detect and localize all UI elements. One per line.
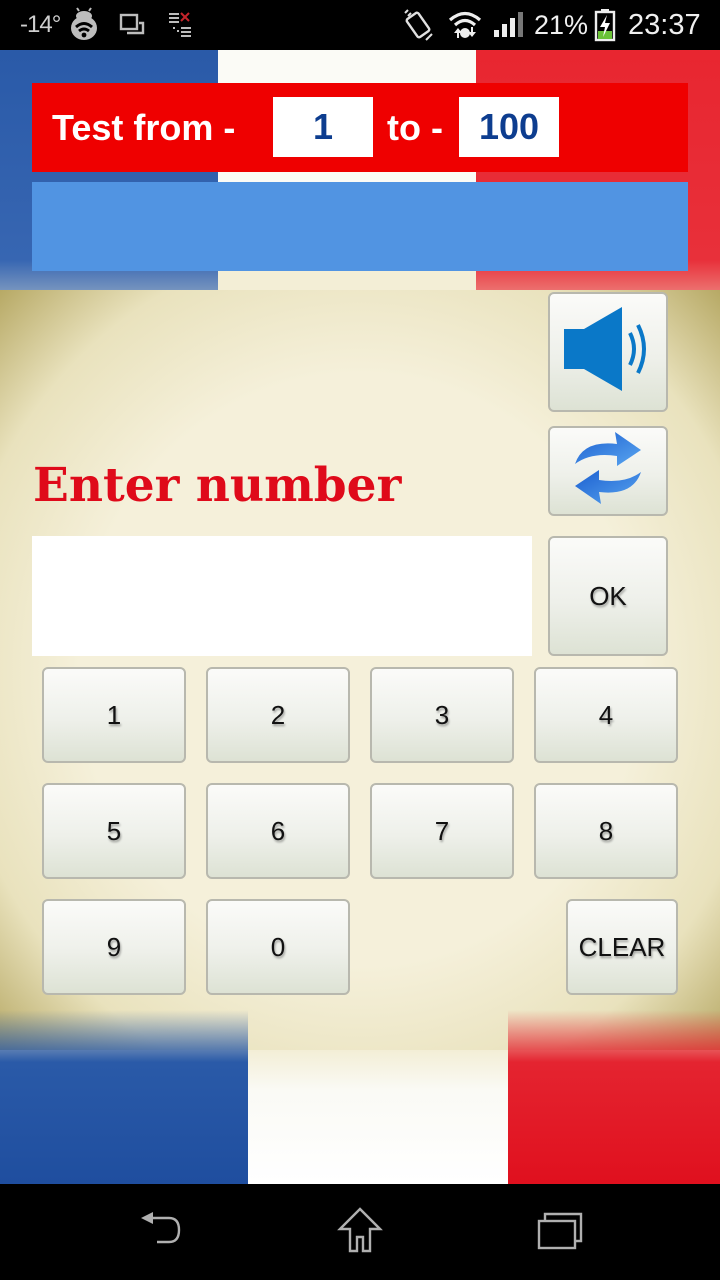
result-display <box>32 182 688 271</box>
signal-icon <box>492 0 526 50</box>
speaker-icon <box>560 303 656 402</box>
test-range-header: Test from - 1 to - 100 <box>32 83 688 172</box>
status-bar: -14° 21% 23:37 <box>0 0 720 50</box>
debug-bug-icon <box>66 0 102 50</box>
clock: 23:37 <box>628 8 701 41</box>
battery-percent: 21% <box>534 9 589 40</box>
vibrate-icon <box>402 0 436 50</box>
battery-charging-icon <box>594 0 616 50</box>
range-from-value[interactable]: 1 <box>273 97 373 157</box>
flag-red-stripe-bottom <box>508 1010 720 1184</box>
key-3[interactable]: 3 <box>370 667 514 763</box>
key-1[interactable]: 1 <box>42 667 186 763</box>
ok-button[interactable]: OK <box>548 536 668 656</box>
home-button[interactable] <box>330 1202 390 1262</box>
key-5[interactable]: 5 <box>42 783 186 879</box>
navigation-bar <box>0 1184 720 1280</box>
test-from-label: Test from - <box>52 106 236 148</box>
home-icon <box>336 1206 384 1258</box>
key-0[interactable]: 0 <box>206 899 350 995</box>
flag-blue-stripe-bottom <box>0 1010 248 1184</box>
key-7[interactable]: 7 <box>370 783 514 879</box>
temperature-readout: -14° <box>20 11 61 38</box>
range-to-value[interactable]: 100 <box>459 97 559 157</box>
back-button[interactable] <box>130 1202 190 1262</box>
key-6[interactable]: 6 <box>206 783 350 879</box>
screen-mirror-icon <box>119 0 147 50</box>
speak-button[interactable] <box>548 292 668 412</box>
number-input[interactable] <box>32 536 532 656</box>
enter-number-label: Enter number <box>33 457 402 513</box>
new-number-button[interactable] <box>548 426 668 516</box>
app-screen: Test from - 1 to - 100 Enter number OK 1… <box>0 50 720 1184</box>
refresh-icon <box>569 426 647 517</box>
recent-apps-icon <box>536 1210 584 1255</box>
key-8[interactable]: 8 <box>534 783 678 879</box>
task-list-icon <box>167 0 195 50</box>
key-9[interactable]: 9 <box>42 899 186 995</box>
clear-button[interactable]: CLEAR <box>566 899 678 995</box>
key-2[interactable]: 2 <box>206 667 350 763</box>
wifi-icon <box>447 0 483 50</box>
to-label: to - <box>387 106 443 148</box>
back-icon <box>135 1210 185 1255</box>
key-4[interactable]: 4 <box>534 667 678 763</box>
flag-white-stripe-bottom <box>248 1050 508 1184</box>
recent-apps-button[interactable] <box>530 1202 590 1262</box>
